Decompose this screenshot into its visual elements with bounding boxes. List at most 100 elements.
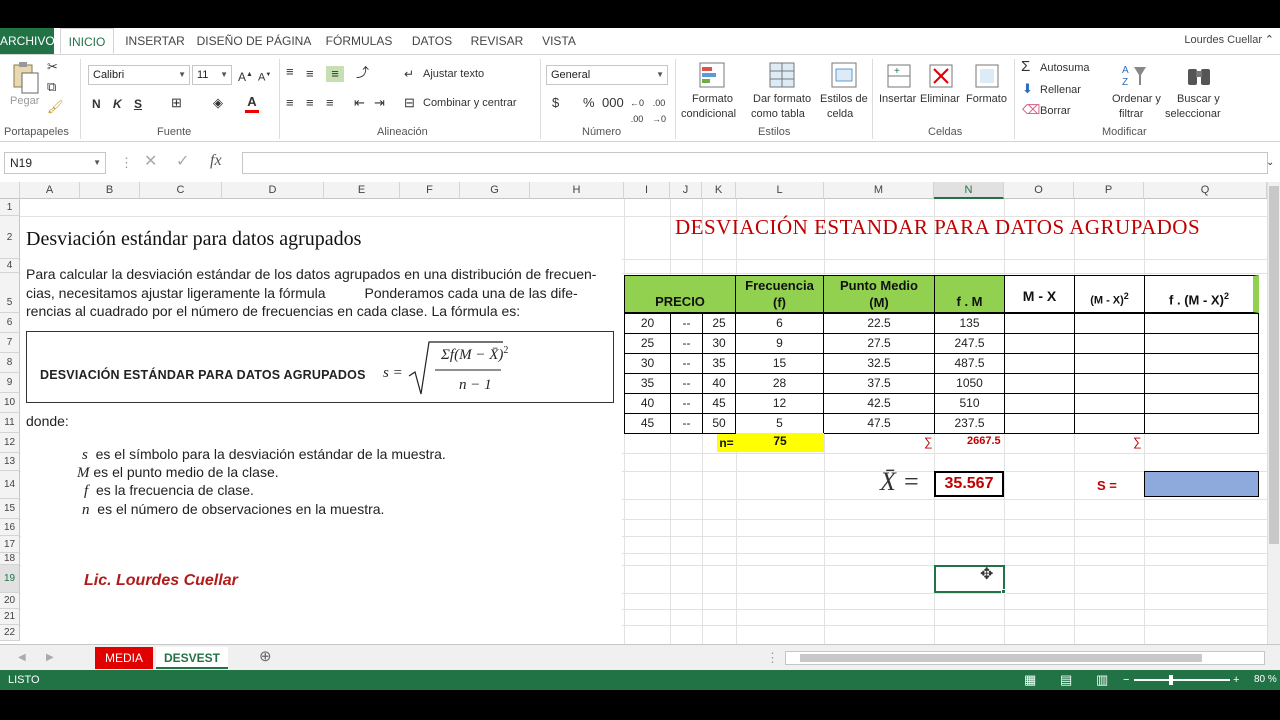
tab-vista[interactable]: VISTA bbox=[536, 28, 582, 54]
format-as-table-icon[interactable] bbox=[768, 61, 800, 93]
zoom-slider-thumb[interactable] bbox=[1169, 675, 1173, 685]
table-cell-empty[interactable] bbox=[1074, 393, 1145, 414]
table-cell-empty[interactable] bbox=[1144, 353, 1259, 374]
delete-button[interactable]: Eliminar bbox=[920, 93, 960, 105]
table-cell-hi[interactable]: 45 bbox=[702, 393, 736, 414]
row-header-9[interactable]: 9 bbox=[0, 373, 20, 393]
horizontal-scrollbar[interactable] bbox=[785, 651, 1265, 665]
comma-style-icon[interactable]: 000 bbox=[602, 95, 624, 111]
col-header-i[interactable]: I bbox=[624, 182, 670, 199]
col-header-h[interactable]: H bbox=[530, 182, 624, 199]
table-cell-hi[interactable]: 25 bbox=[702, 313, 736, 334]
table-cell-f[interactable]: 12 bbox=[735, 393, 824, 414]
fill-icon[interactable]: ⬇ bbox=[1022, 81, 1033, 97]
table-cell-fm[interactable]: 247.5 bbox=[934, 333, 1005, 354]
format-as-table-label-1[interactable]: Dar formato bbox=[753, 93, 811, 105]
row-header-1[interactable]: 1 bbox=[0, 199, 20, 216]
sort-filter-icon[interactable]: AZ bbox=[1120, 61, 1152, 93]
autosum-button[interactable]: Autosuma bbox=[1040, 62, 1090, 74]
currency-icon[interactable]: $ bbox=[552, 95, 559, 111]
n-value[interactable]: 75 bbox=[736, 433, 824, 452]
row-header-13[interactable]: 13 bbox=[0, 453, 20, 471]
table-cell-empty[interactable] bbox=[1074, 333, 1145, 354]
table-cell-hi[interactable]: 35 bbox=[702, 353, 736, 374]
table-cell-empty[interactable] bbox=[1074, 413, 1145, 434]
table-cell-sep[interactable]: -- bbox=[670, 313, 703, 334]
add-sheet-icon[interactable]: ⊕ bbox=[259, 649, 272, 665]
row-header-16[interactable]: 16 bbox=[0, 519, 20, 536]
copy-icon[interactable]: ⧉ bbox=[47, 79, 56, 95]
s-result-cell[interactable] bbox=[1144, 471, 1259, 497]
cell-styles-label-2[interactable]: celda bbox=[827, 108, 853, 120]
col-header-m[interactable]: M bbox=[824, 182, 934, 199]
align-left-icon[interactable]: ≡ bbox=[286, 95, 294, 111]
row-header-18[interactable]: 18 bbox=[0, 553, 20, 565]
table-cell-hi[interactable]: 40 bbox=[702, 373, 736, 394]
selected-cell-n19[interactable] bbox=[934, 565, 1005, 593]
normal-view-icon[interactable]: ▦ bbox=[1024, 670, 1036, 690]
format-cells-icon[interactable] bbox=[972, 61, 1004, 93]
table-cell-empty[interactable] bbox=[1074, 313, 1145, 334]
font-size-select[interactable]: 11 ▼ bbox=[192, 65, 232, 85]
col-header-q[interactable]: Q bbox=[1144, 182, 1267, 199]
header-precio[interactable]: PRECIO bbox=[624, 275, 736, 313]
table-cell-f[interactable]: 6 bbox=[735, 313, 824, 334]
header-f-m-minus-x-sq[interactable]: f . (M - X)2 bbox=[1144, 275, 1259, 313]
col-header-k[interactable]: K bbox=[702, 182, 736, 199]
table-cell-f[interactable]: 5 bbox=[735, 413, 824, 434]
col-header-j[interactable]: J bbox=[670, 182, 702, 199]
decrease-decimal-icon[interactable]: .00 →0 bbox=[652, 95, 666, 127]
table-cell-sep[interactable]: -- bbox=[670, 353, 703, 374]
row-header-15[interactable]: 15 bbox=[0, 499, 20, 519]
horizontal-scroll-thumb[interactable] bbox=[800, 654, 1202, 662]
percent-icon[interactable]: % bbox=[583, 95, 595, 111]
mean-value[interactable]: 35.567 bbox=[934, 471, 1004, 497]
tab-formulas[interactable]: FÓRMULAS bbox=[322, 28, 396, 54]
table-cell-fm[interactable]: 1050 bbox=[934, 373, 1005, 394]
row-header-2[interactable]: 2 bbox=[0, 216, 20, 259]
table-cell-fm[interactable]: 237.5 bbox=[934, 413, 1005, 434]
row-header-21[interactable]: 21 bbox=[0, 609, 20, 625]
header-m-minus-x-sq[interactable]: (M - X)2 bbox=[1074, 275, 1145, 313]
tab-archivo[interactable]: ARCHIVO bbox=[0, 28, 55, 54]
row-header-20[interactable]: 20 bbox=[0, 593, 20, 609]
col-header-g[interactable]: G bbox=[460, 182, 530, 199]
delete-cells-icon[interactable] bbox=[926, 61, 958, 93]
table-cell-empty[interactable] bbox=[1004, 333, 1075, 354]
sum-fm-value[interactable]: 2667.5 bbox=[967, 435, 1001, 447]
tab-inicio[interactable]: INICIO bbox=[60, 28, 114, 54]
header-punto-medio[interactable]: Punto Medio (M) bbox=[823, 275, 935, 313]
row-header-17[interactable]: 17 bbox=[0, 536, 20, 553]
enter-icon[interactable]: ✓ bbox=[176, 154, 189, 170]
col-header-d[interactable]: D bbox=[222, 182, 324, 199]
conditional-format-icon[interactable] bbox=[698, 61, 730, 93]
formula-input[interactable] bbox=[242, 152, 1268, 174]
col-header-c[interactable]: C bbox=[140, 182, 222, 199]
table-cell-sep[interactable]: -- bbox=[670, 333, 703, 354]
align-top-icon[interactable]: ≡ bbox=[286, 64, 294, 80]
increase-indent-icon[interactable]: ⇥ bbox=[374, 95, 385, 111]
align-right-icon[interactable]: ≡ bbox=[326, 95, 334, 111]
underline-icon[interactable]: S bbox=[134, 96, 142, 112]
table-cell-empty[interactable] bbox=[1004, 393, 1075, 414]
table-cell-fm[interactable]: 510 bbox=[934, 393, 1005, 414]
zoom-out-icon[interactable]: − bbox=[1123, 670, 1129, 690]
wrap-text-icon[interactable]: ↵ bbox=[404, 66, 414, 82]
table-cell-hi[interactable]: 50 bbox=[702, 413, 736, 434]
user-name[interactable]: Lourdes Cuellar bbox=[1184, 28, 1262, 52]
expand-formula-bar-icon[interactable]: ⌄ bbox=[1266, 155, 1274, 171]
italic-icon[interactable]: K bbox=[113, 96, 122, 112]
sheet-tab-media[interactable]: MEDIA bbox=[95, 647, 153, 669]
merge-center-button[interactable]: Combinar y centrar bbox=[423, 97, 517, 109]
row-header-19[interactable]: 19 bbox=[0, 565, 20, 593]
conditional-format-label-2[interactable]: condicional bbox=[681, 108, 736, 120]
fill-color-icon[interactable]: ◈ bbox=[213, 95, 223, 111]
row-header-5[interactable]: 5 bbox=[0, 273, 20, 313]
table-cell-empty[interactable] bbox=[1144, 313, 1259, 334]
col-header-b[interactable]: B bbox=[80, 182, 140, 199]
row-header-8[interactable]: 8 bbox=[0, 353, 20, 373]
shrink-font-icon[interactable]: A▼ bbox=[258, 67, 271, 86]
col-header-l[interactable]: L bbox=[736, 182, 824, 199]
tab-insertar[interactable]: INSERTAR bbox=[120, 28, 190, 54]
col-header-o[interactable]: O bbox=[1004, 182, 1074, 199]
